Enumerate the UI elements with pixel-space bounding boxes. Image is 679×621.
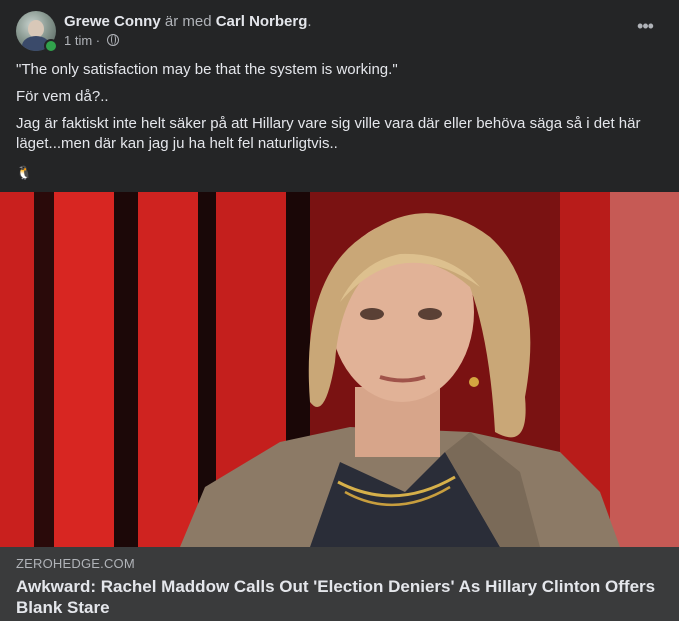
news-photo (0, 192, 679, 547)
online-status-icon (44, 39, 58, 53)
facebook-post: Grewe Conny är med Carl Norberg. 1 tim ·… (0, 0, 679, 621)
timestamp-link[interactable]: 1 tim (64, 33, 92, 48)
globe-icon[interactable] (106, 34, 119, 46)
more-options-icon[interactable]: ••• (635, 17, 655, 39)
post-meta: 1 tim · (64, 33, 119, 49)
author-line: Grewe Conny är med Carl Norberg. (64, 13, 312, 31)
link-domain: ZEROHEDGE.COM (16, 556, 135, 571)
meta-separator: · (92, 33, 104, 48)
post-text: "The only satisfaction may be that the s… (16, 60, 656, 183)
penguin-emoji: 🐧 (16, 165, 33, 180)
post-paragraph-3: Jag är faktiskt inte helt säker på att H… (16, 115, 641, 152)
author-name-link[interactable]: Grewe Conny (64, 13, 161, 30)
post-header: Grewe Conny är med Carl Norberg. 1 tim ·… (16, 11, 663, 53)
with-text: är med (160, 13, 216, 30)
link-title[interactable]: Awkward: Rachel Maddow Calls Out 'Electi… (16, 576, 656, 618)
tagged-name-link[interactable]: Carl Norberg (216, 13, 308, 30)
period: . (307, 13, 312, 30)
link-preview-footer[interactable]: ZEROHEDGE.COM Awkward: Rachel Maddow Cal… (0, 547, 679, 621)
post-paragraph-1: "The only satisfaction may be that the s… (16, 61, 398, 78)
link-preview-image[interactable] (0, 192, 679, 547)
post-paragraph-2: För vem då?.. (16, 88, 109, 105)
